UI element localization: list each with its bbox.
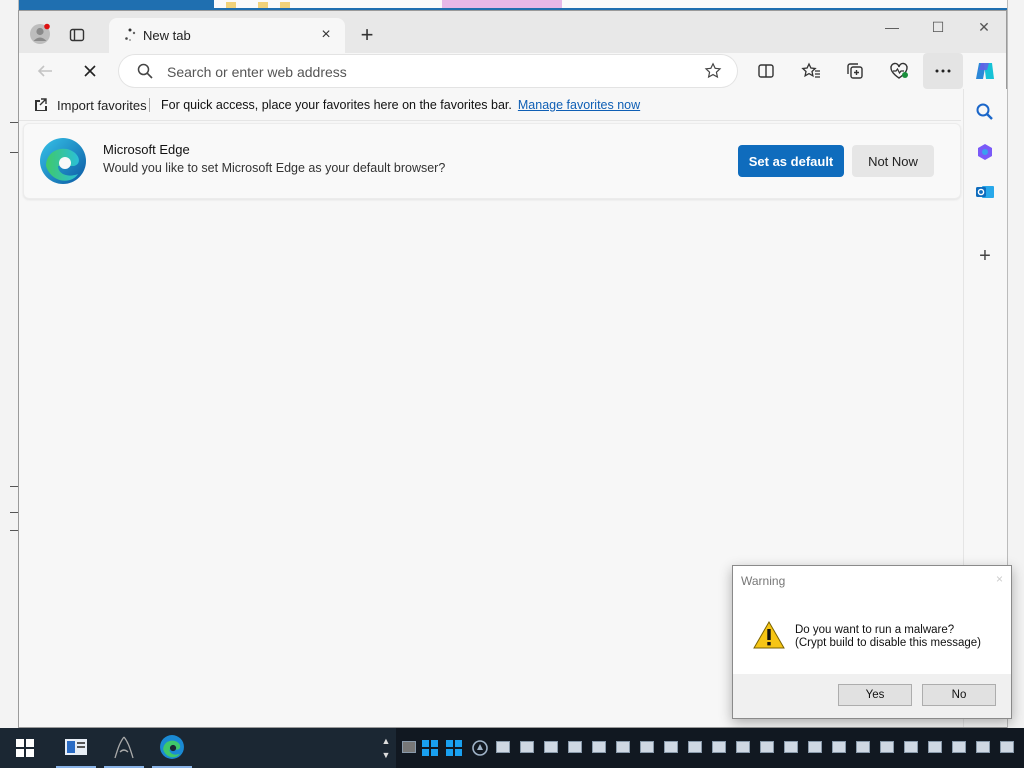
taskbar-scroll-arrows[interactable]: ▲ ▼ [378, 728, 394, 768]
loading-spinner-icon [125, 28, 136, 41]
import-favorites-icon [35, 98, 47, 111]
windows-start-icon [16, 739, 34, 757]
banner-question: Would you like to set Microsoft Edge as … [103, 161, 446, 175]
dialog-message-line2: (Crypt build to disable this message) [795, 637, 981, 649]
background-window-edge [214, 0, 1014, 8]
app-icon[interactable] [760, 741, 774, 753]
favorites-hint-text: For quick access, place your favorites h… [161, 98, 512, 112]
windows-icon[interactable] [446, 740, 462, 756]
app-icon[interactable] [1000, 741, 1014, 753]
favorites-icon[interactable] [797, 57, 825, 85]
close-window-button[interactable]: ✕ [961, 11, 1007, 43]
favorites-divider [149, 98, 150, 112]
import-favorites-button[interactable]: Import favorites [33, 97, 147, 113]
app-icon[interactable] [616, 741, 630, 753]
browser-essentials-icon[interactable] [885, 57, 913, 85]
title-bar: New tab × + — ☐ ✕ [19, 11, 1006, 53]
warning-dialog: Warning × Do you want to run a malware? … [732, 565, 1012, 719]
more-icon[interactable] [923, 53, 963, 89]
app-icon[interactable] [808, 741, 822, 753]
favorites-bar: Import favorites For quick access, place… [19, 89, 961, 121]
sidebar-copilot-icon[interactable] [972, 139, 998, 165]
app-icon[interactable] [952, 741, 966, 753]
no-button[interactable]: No [922, 684, 996, 706]
sidebar-outlook-icon[interactable] [972, 179, 998, 205]
dialog-message-line1: Do you want to run a malware? [795, 624, 955, 636]
app-icon[interactable] [880, 741, 894, 753]
app-icon[interactable] [856, 741, 870, 753]
app-icon[interactable] [928, 741, 942, 753]
stop-icon[interactable] [76, 57, 104, 85]
app-icon[interactable] [712, 741, 726, 753]
edge-logo-icon [40, 138, 86, 184]
app-icon[interactable] [544, 741, 558, 753]
dialog-close-icon[interactable]: × [996, 572, 1003, 586]
app-icon[interactable] [568, 741, 582, 753]
taskbar-running-apps [396, 728, 1024, 768]
sidebar-search-icon[interactable] [972, 99, 998, 125]
copilot-icon[interactable] [971, 57, 999, 85]
address-bar[interactable] [119, 55, 737, 87]
app-icon[interactable] [496, 741, 510, 753]
split-screen-icon[interactable] [752, 57, 780, 85]
warning-icon [753, 620, 785, 649]
app-circle-icon[interactable] [472, 740, 488, 756]
address-input[interactable] [165, 61, 689, 83]
sidebar-add-icon[interactable]: + [972, 243, 998, 269]
yes-button[interactable]: Yes [838, 684, 912, 706]
maximize-button[interactable]: ☐ [915, 11, 961, 43]
background-window-left [0, 0, 19, 728]
tab-new-tab[interactable]: New tab × [109, 18, 345, 53]
app-icon[interactable] [736, 741, 750, 753]
favorites-bar-message: For quick access, place your favorites h… [161, 98, 640, 112]
tab-title: New tab [143, 28, 191, 43]
app-icon[interactable] [904, 741, 918, 753]
app-icon[interactable] [402, 741, 416, 753]
app-icon[interactable] [832, 741, 846, 753]
default-browser-banner: Microsoft Edge Would you like to set Mic… [23, 123, 961, 199]
edge-taskbar-icon [160, 735, 184, 759]
collections-icon[interactable] [841, 57, 869, 85]
app-window-icon [65, 739, 87, 755]
dialog-title: Warning [741, 574, 786, 588]
app-icon[interactable] [784, 741, 798, 753]
import-favorites-label: Import favorites [57, 97, 147, 113]
app-icon[interactable] [520, 741, 534, 753]
taskbar: ▲ ▼ [0, 728, 1024, 768]
app-icon[interactable] [688, 741, 702, 753]
chevron-down-icon: ▼ [381, 750, 391, 760]
favorite-star-icon[interactable] [699, 57, 727, 85]
manage-favorites-link[interactable]: Manage favorites now [518, 98, 640, 112]
figure-app-icon [114, 736, 134, 759]
taskbar-app-figure[interactable] [104, 728, 144, 768]
windows-icon[interactable] [422, 740, 438, 756]
search-icon [131, 57, 159, 85]
start-button[interactable] [8, 728, 42, 768]
minimize-button[interactable]: — [869, 11, 915, 43]
profile-icon[interactable] [27, 21, 53, 47]
new-tab-button[interactable]: + [355, 22, 379, 47]
tab-actions-icon[interactable] [65, 23, 89, 47]
tab-close-icon[interactable]: × [315, 24, 337, 46]
taskbar-app-window[interactable] [56, 728, 96, 768]
taskbar-edge[interactable] [152, 728, 192, 768]
not-now-button[interactable]: Not Now [852, 145, 934, 177]
chevron-up-icon: ▲ [381, 736, 391, 746]
app-icon[interactable] [976, 741, 990, 753]
back-icon[interactable] [31, 57, 59, 85]
banner-app-name: Microsoft Edge [103, 142, 190, 157]
app-icon[interactable] [640, 741, 654, 753]
set-as-default-button[interactable]: Set as default [738, 145, 844, 177]
app-icon[interactable] [592, 741, 606, 753]
app-icon[interactable] [664, 741, 678, 753]
navigation-bar [19, 53, 1006, 89]
